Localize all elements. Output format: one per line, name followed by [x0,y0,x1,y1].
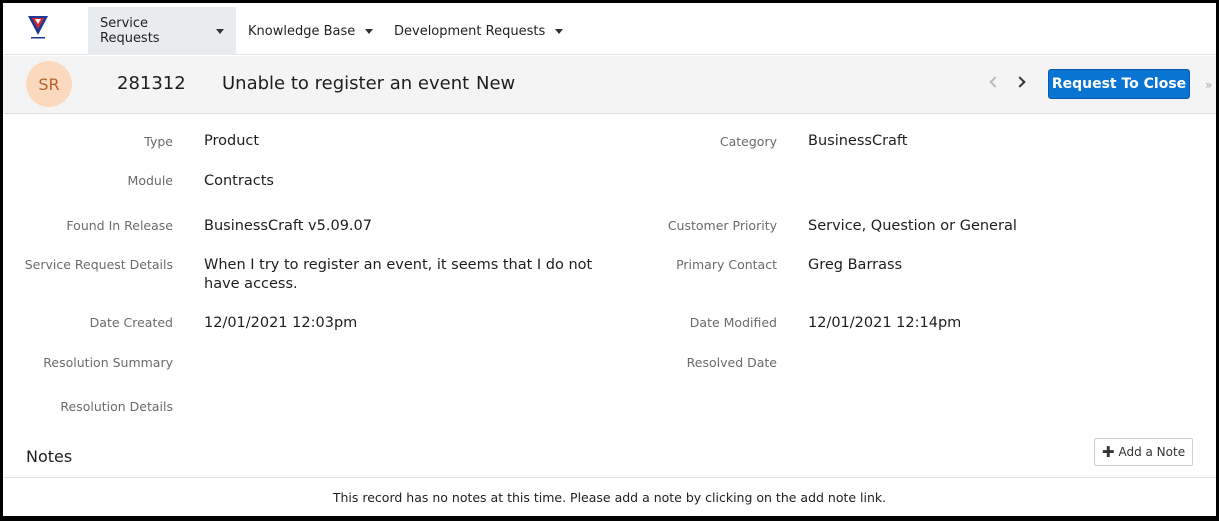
date-created-value: 12/01/2021 12:03pm [204,315,358,331]
type-label: Type [144,134,173,149]
record-header: SR 281312 Unable to register an event Ne… [3,56,1216,114]
add-note-label: Add a Note [1118,445,1186,459]
category-value: BusinessCraft [808,133,908,149]
resolution-details-label: Resolution Details [60,399,173,414]
resolved-date-label: Resolved Date [686,355,777,370]
nav-service-requests-label: Service Requests [100,16,160,46]
type-value: Product [204,133,260,149]
chevron-down-icon [216,28,224,34]
company-logo[interactable] [27,15,49,41]
double-chevron-right-icon[interactable]: » [1205,78,1212,92]
chevron-right-icon[interactable] [1014,76,1026,88]
date-modified-label: Date Modified [689,315,777,330]
plus-icon: ✚ [1101,443,1115,461]
chevron-down-icon [365,28,374,34]
service-request-details-value: When I try to register an event, it seem… [204,257,593,292]
add-note-button[interactable]: ✚ Add a Note [1094,438,1193,466]
module-label: Module [127,173,173,188]
record-title: Unable to register an event [222,73,470,94]
notes-title: Notes [26,447,73,466]
nav-development-requests-label: Development Requests [394,23,546,39]
date-modified-value: 12/01/2021 12:14pm [808,315,962,331]
nav-development-requests[interactable]: Development Requests [382,7,575,55]
request-to-close-button[interactable]: Request To Close [1048,69,1190,99]
nav-knowledge-base-label: Knowledge Base [248,23,356,39]
notes-empty-message: This record has no notes at this time. P… [3,477,1216,516]
status-badge: New [476,73,516,94]
module-value: Contracts [204,173,274,189]
record-id: 281312 [117,73,186,94]
nav-knowledge-base[interactable]: Knowledge Base [236,7,385,55]
nav-service-requests[interactable]: Service Requests [88,7,236,55]
notes-empty-text: This record has no notes at this time. P… [332,489,887,505]
found-in-release-value: BusinessCraft v5.09.07 [204,218,372,234]
resolution-summary-label: Resolution Summary [43,355,173,370]
service-request-details-label: Service Request Details [24,257,173,272]
chevron-left-icon[interactable] [989,76,1001,88]
customer-priority-value: Service, Question or General [808,218,1017,234]
app-window: Service Requests Knowledge Base Developm… [3,3,1216,516]
top-nav: Service Requests Knowledge Base Developm… [3,3,1216,55]
chevron-down-icon [555,28,564,34]
primary-contact-value: Greg Barrass [808,257,903,273]
avatar: SR [26,61,72,107]
found-in-release-label: Found In Release [66,218,173,233]
category-label: Category [719,134,777,149]
primary-contact-label: Primary Contact [676,257,777,272]
customer-priority-label: Customer Priority [667,218,777,233]
date-created-label: Date Created [89,315,173,330]
